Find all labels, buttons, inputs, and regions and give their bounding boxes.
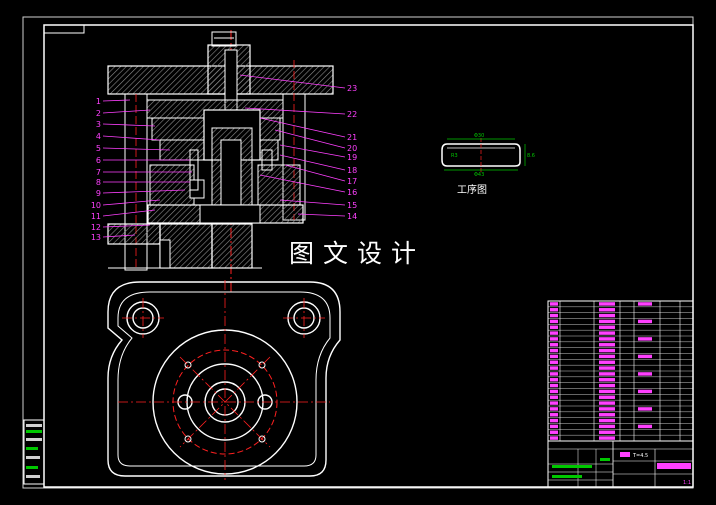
callout-left: 11 [91, 212, 101, 221]
corner-label-box [43, 24, 85, 34]
callout-left: 7 [96, 168, 101, 177]
parts-cell-mark [550, 401, 558, 405]
callout-left: 3 [96, 120, 101, 129]
callout-left: 12 [91, 223, 101, 232]
parts-cell-mark [638, 302, 652, 306]
parts-cell-mark [599, 308, 615, 312]
title-scale: 1:1 [683, 480, 691, 486]
callout-left: 6 [96, 156, 101, 165]
callout-right: 17 [347, 177, 357, 186]
callout-right: 19 [347, 153, 357, 162]
parts-cell-mark [599, 302, 615, 306]
title-block: T=4.5 1:1 [547, 440, 694, 488]
parts-cell-mark [550, 313, 558, 318]
callout-left: 4 [96, 132, 101, 141]
parts-list [547, 300, 694, 442]
parts-cell-mark [599, 389, 615, 394]
watermark-text: 图文设计 [262, 234, 452, 274]
parts-cell-mark [599, 319, 615, 324]
parts-cell-mark [599, 395, 615, 399]
parts-cell-mark [599, 331, 615, 335]
callout-right: 16 [347, 188, 357, 197]
parts-cell-mark [599, 436, 615, 440]
parts-cell-mark [599, 325, 615, 329]
callout-left: 1 [96, 97, 101, 106]
left-margin-strip [23, 419, 45, 485]
parts-cell-mark [599, 424, 615, 429]
callout-left: 10 [91, 201, 101, 210]
callout-left: 9 [96, 189, 101, 198]
parts-cell-mark [550, 395, 558, 399]
parts-cell-mark [599, 337, 615, 341]
process-sketch: Φ30 Φ43 8.6 R3 [441, 133, 535, 178]
parts-cell-mark [550, 372, 558, 376]
parts-cell-mark [638, 337, 652, 341]
parts-cell-mark [638, 389, 652, 394]
parts-cell-mark [550, 325, 558, 329]
parts-cell-mark [550, 348, 558, 353]
parts-cell-mark [599, 418, 615, 423]
parts-cell-mark [550, 366, 558, 370]
process-dim-side: 8.6 [527, 153, 535, 159]
callout-right: 21 [347, 133, 357, 142]
parts-cell-mark [550, 413, 558, 417]
parts-cell-mark [599, 401, 615, 405]
process-sketch-label: 工序图 [457, 185, 487, 196]
parts-cell-mark [550, 430, 558, 434]
parts-cell-mark [550, 337, 558, 341]
parts-cell-mark [550, 319, 558, 324]
parts-cell-mark [550, 418, 558, 423]
process-dim-top: Φ30 [474, 133, 484, 139]
parts-cell-mark [638, 372, 652, 376]
parts-cell-mark [599, 348, 615, 353]
parts-cell-mark [599, 413, 615, 417]
parts-cell-mark [599, 360, 615, 364]
parts-cell-mark [638, 354, 652, 359]
parts-cell-mark [550, 389, 558, 394]
callout-left: 5 [96, 144, 101, 153]
callout-right: 15 [347, 201, 357, 210]
callout-right: 22 [347, 110, 357, 119]
parts-cell-mark [550, 354, 558, 359]
parts-cell-mark [550, 424, 558, 429]
parts-cell-mark [550, 407, 558, 411]
parts-cell-mark [550, 331, 558, 335]
parts-cell-mark [550, 308, 558, 312]
callout-right: 23 [347, 84, 357, 93]
process-dim-bottom: Φ43 [474, 172, 484, 178]
callout-left: 13 [91, 233, 101, 242]
parts-cell-mark [599, 372, 615, 376]
parts-cell-mark [550, 436, 558, 440]
parts-cell-mark [599, 430, 615, 434]
parts-cell-mark [638, 407, 652, 411]
parts-cell-mark [599, 354, 615, 359]
callout-right: 18 [347, 166, 357, 175]
title-thickness: T=4.5 [632, 453, 648, 459]
callout-right: 20 [347, 144, 357, 153]
parts-cell-mark [599, 407, 615, 411]
parts-cell-mark [550, 360, 558, 364]
parts-cell-mark [550, 302, 558, 306]
parts-cell-mark [599, 343, 615, 347]
process-dim-left: R3 [451, 153, 458, 159]
parts-cell-mark [638, 424, 652, 429]
parts-cell-mark [550, 383, 558, 388]
parts-cell-mark [638, 319, 652, 324]
parts-cell-mark [599, 313, 615, 318]
parts-cell-mark [599, 383, 615, 388]
callout-left: 8 [96, 178, 101, 187]
callout-left: 2 [96, 109, 101, 118]
parts-cell-mark [599, 366, 615, 370]
callout-right: 14 [347, 212, 357, 221]
parts-cell-mark [599, 378, 615, 382]
parts-cell-mark [550, 378, 558, 382]
parts-cell-mark [550, 343, 558, 347]
